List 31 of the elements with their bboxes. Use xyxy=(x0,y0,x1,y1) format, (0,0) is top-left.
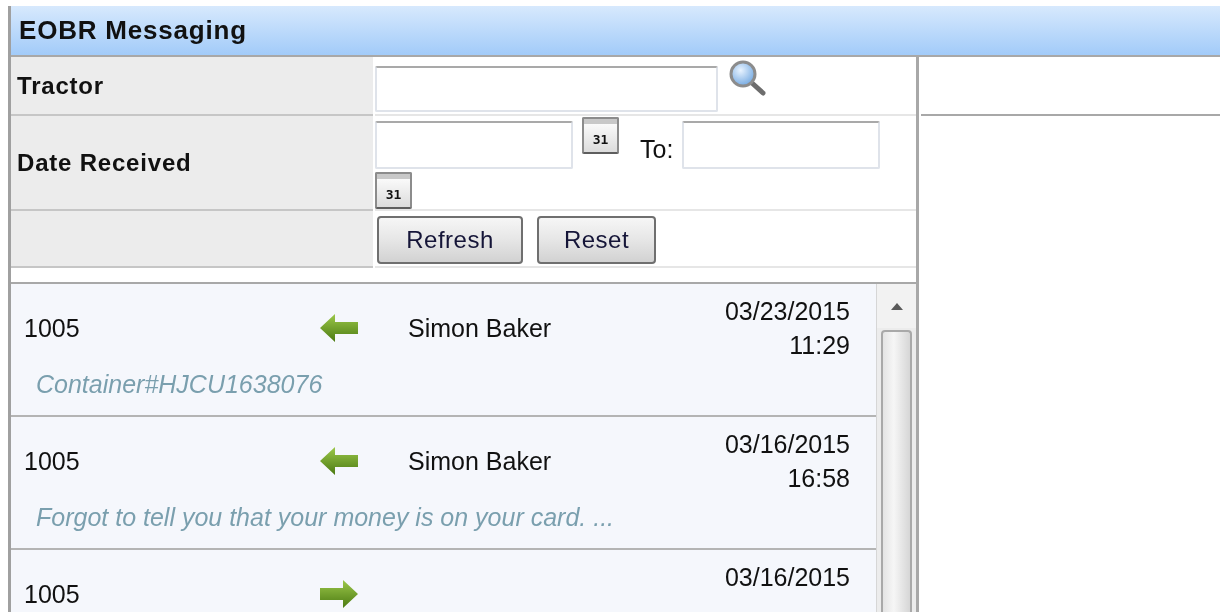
calendar-button[interactable]: 31 xyxy=(582,117,619,154)
reset-button[interactable]: Reset xyxy=(537,216,656,264)
search-icon[interactable] xyxy=(728,60,766,96)
tractor-number: 1005 xyxy=(24,313,81,343)
message-date: 03/16/2015 xyxy=(724,562,850,593)
message-time: 16:58 xyxy=(787,463,850,494)
to-label: To: xyxy=(640,136,674,162)
field-label: Date Received xyxy=(17,148,192,177)
tractor-number: 1005 xyxy=(24,579,81,609)
tractor-number: 1005 xyxy=(24,446,81,476)
field-label: Tractor xyxy=(17,71,104,100)
sender-name: Simon Baker xyxy=(408,446,553,476)
left-arrow-icon xyxy=(320,447,358,475)
scrollbar[interactable] xyxy=(876,284,916,612)
sender-name: Simon Baker xyxy=(408,313,553,343)
refresh-button[interactable]: Refresh xyxy=(377,216,523,264)
panel-title: EOBR Messaging xyxy=(19,15,247,46)
right-arrow-icon xyxy=(320,580,358,608)
message-time: 11:29 xyxy=(789,330,850,361)
date-to-field[interactable] xyxy=(682,121,881,169)
message-date: 03/23/2015 xyxy=(724,296,850,327)
left-arrow-icon xyxy=(320,314,358,342)
scroll-up-button[interactable] xyxy=(877,284,916,328)
message-preview: Container#HJCU1638076 xyxy=(35,372,324,396)
message-preview: Forgot to tell you that your money is on your card. ... xyxy=(35,505,616,529)
message-date: 03/16/2015 xyxy=(724,429,850,460)
caret-up-icon xyxy=(890,302,903,310)
tractor-field[interactable] xyxy=(375,66,718,112)
scrollbar-thumb[interactable] xyxy=(881,330,912,612)
calendar-button[interactable]: 31 xyxy=(375,172,412,209)
date-from-field[interactable] xyxy=(375,121,573,169)
